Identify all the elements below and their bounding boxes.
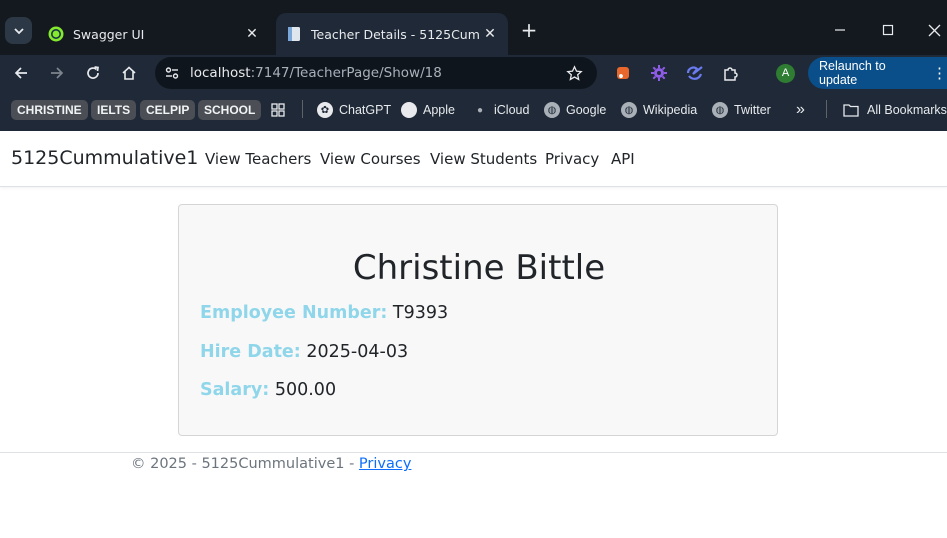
relaunch-label: Relaunch to update [819, 59, 886, 87]
globe-icon: ◍ [712, 102, 728, 118]
bookmark-folder-christine[interactable]: CHRISTINE [11, 100, 88, 120]
folder-icon [843, 104, 859, 117]
nav-view-courses[interactable]: View Courses [320, 150, 421, 168]
extension-rss-icon[interactable] [613, 63, 633, 83]
tab-title: Teacher Details - 5125Cummulative1 [311, 26, 480, 42]
teacher-name: Christine Bittle [352, 248, 606, 288]
chevron-down-icon [13, 27, 24, 34]
site-brand[interactable]: 5125Cummulative1 [11, 147, 198, 169]
nav-view-teachers[interactable]: View Teachers [205, 150, 311, 168]
teacher-details-card: Christine Bittle Employee Number: T9393 … [178, 204, 778, 436]
employee-number-row: Employee Number: T9393 [200, 303, 448, 323]
salary-value: 500.00 [274, 380, 337, 400]
bookmarks-overflow-icon[interactable]: » [796, 100, 805, 120]
reload-button[interactable] [81, 61, 105, 85]
bookmarks-bar: CHRISTINE IELTS CELPIP SCHOOL ✿ ChatGPT … [0, 92, 947, 128]
maximize-button[interactable] [876, 18, 900, 42]
web-page: 5125Cummulative1 View Teachers View Cour… [0, 131, 947, 538]
nav-privacy[interactable]: Privacy [545, 150, 599, 168]
bookmark-icloud[interactable]: ● iCloud [472, 100, 529, 120]
globe-icon: ◍ [544, 102, 560, 118]
footer-divider [0, 452, 947, 453]
apple-icon: ● [476, 104, 484, 116]
extension-check-icon[interactable] [685, 63, 705, 83]
kebab-menu-icon[interactable]: ⋮ [932, 64, 947, 82]
bookmark-apple[interactable]: Apple [401, 100, 455, 120]
hire-date-value: 2025-04-03 [306, 342, 409, 362]
bookmark-folder-school[interactable]: SCHOOL [198, 100, 262, 120]
close-icon[interactable]: ✕ [480, 24, 500, 44]
nav-api[interactable]: API [611, 150, 635, 168]
salary-row: Salary: 500.00 [200, 380, 336, 400]
site-settings-icon[interactable] [162, 63, 182, 83]
document-icon [286, 26, 302, 42]
salary-label: Salary: [200, 380, 270, 400]
hire-date-label: Hire Date: [200, 342, 301, 362]
window-close-button[interactable] [922, 18, 946, 42]
tab-swagger[interactable]: Swagger UI ✕ [38, 13, 270, 55]
relaunch-button[interactable]: Relaunch to update ⋮ [808, 57, 947, 89]
bookmark-folder-celpip[interactable]: CELPIP [140, 100, 196, 120]
site-navbar: 5125Cummulative1 View Teachers View Cour… [0, 131, 947, 187]
nav-view-students[interactable]: View Students [430, 150, 537, 168]
bookmark-star-icon[interactable] [563, 62, 585, 84]
swagger-icon [48, 26, 64, 42]
browser-toolbar: localhost:7147/TeacherPage/Show/18 A Rel… [0, 55, 947, 91]
bookmarks-divider [302, 100, 303, 118]
extension-gear-icon[interactable] [649, 63, 669, 83]
bookmark-chatgpt[interactable]: ✿ ChatGPT [317, 100, 391, 120]
home-icon [122, 66, 136, 80]
footer-privacy-link[interactable]: Privacy [359, 456, 412, 472]
chatgpt-icon: ✿ [317, 102, 333, 118]
tab-title: Swagger UI [73, 26, 145, 42]
tab-search-button[interactable] [5, 17, 32, 44]
reload-icon [87, 66, 99, 79]
minimize-button[interactable] [828, 18, 852, 42]
extensions-puzzle-icon[interactable] [721, 63, 741, 83]
url-text: localhost:7147/TeacherPage/Show/18 [190, 65, 442, 81]
bookmark-wikipedia[interactable]: ◍ Wikipedia [621, 100, 697, 120]
employee-number-value: T9393 [392, 303, 449, 323]
apps-grid-icon[interactable] [271, 100, 285, 120]
bookmark-google[interactable]: ◍ Google [544, 100, 606, 120]
forward-button[interactable] [45, 61, 69, 85]
hire-date-row: Hire Date: 2025-04-03 [200, 342, 408, 362]
all-bookmarks-button[interactable]: All Bookmarks [843, 100, 947, 120]
new-tab-button[interactable]: + [518, 19, 540, 41]
arrow-right-icon [51, 67, 64, 79]
tab-strip: Swagger UI ✕ Teacher Details - 5125Cummu… [0, 0, 947, 55]
footer-copyright: © 2025 - 5125Cummulative1 - [131, 456, 359, 472]
tab-teacher-details[interactable]: Teacher Details - 5125Cummulative1 ✕ [276, 13, 508, 55]
profile-avatar[interactable]: A [776, 64, 795, 83]
browser-chrome: Swagger UI ✕ Teacher Details - 5125Cummu… [0, 0, 947, 131]
back-button[interactable] [9, 61, 33, 85]
globe-icon: ◍ [621, 102, 637, 118]
close-icon[interactable]: ✕ [242, 24, 262, 44]
bookmark-folder-ielts[interactable]: IELTS [91, 100, 137, 120]
address-bar[interactable]: localhost:7147/TeacherPage/Show/18 [155, 57, 597, 89]
bookmarks-divider [826, 100, 827, 118]
home-button[interactable] [117, 61, 141, 85]
site-footer: © 2025 - 5125Cummulative1 - Privacy [131, 456, 411, 472]
bookmark-twitter[interactable]: ◍ Twitter [712, 100, 771, 120]
apple-icon [401, 102, 417, 118]
employee-number-label: Employee Number: [200, 303, 388, 323]
arrow-left-icon [14, 67, 27, 79]
